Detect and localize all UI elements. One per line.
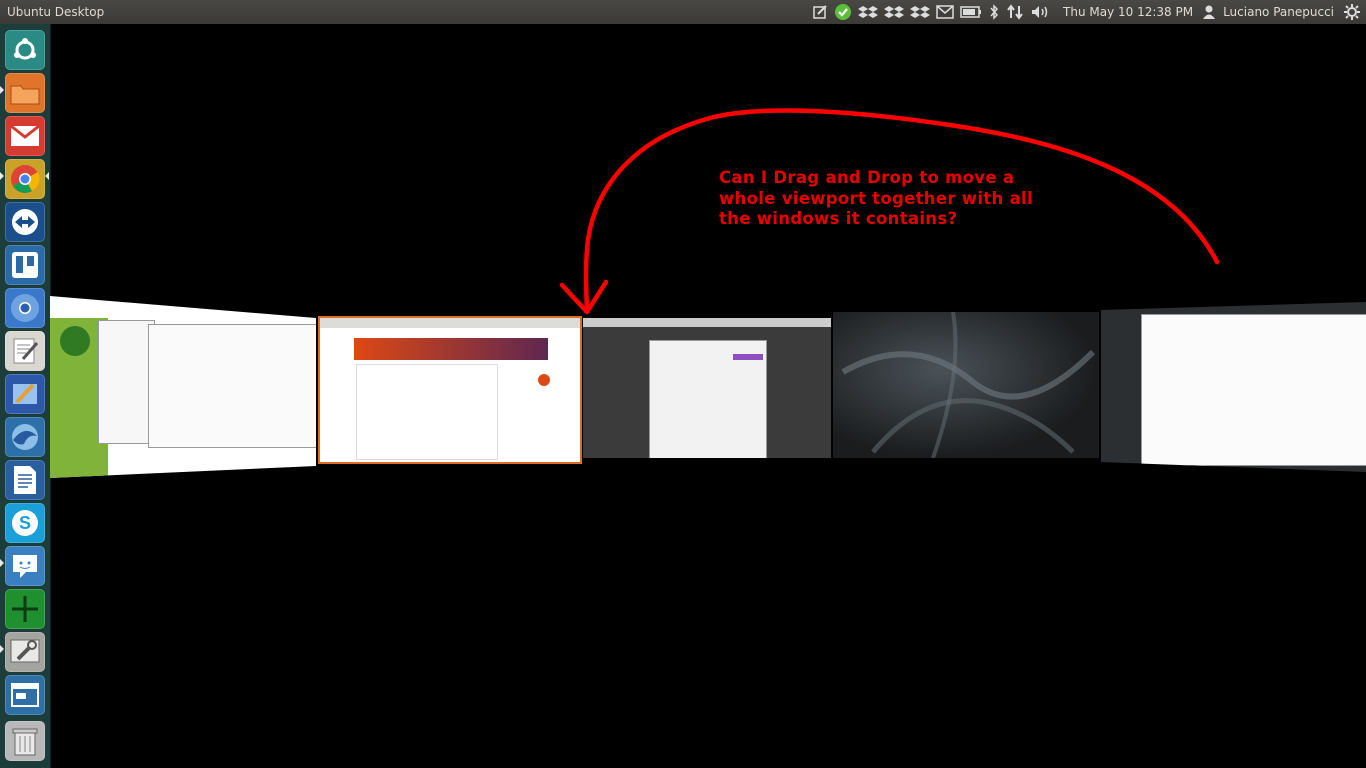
annotation-text: Can I Drag and Drop to move a whole view… bbox=[719, 168, 1033, 228]
annotation-arrow bbox=[559, 108, 1220, 315]
